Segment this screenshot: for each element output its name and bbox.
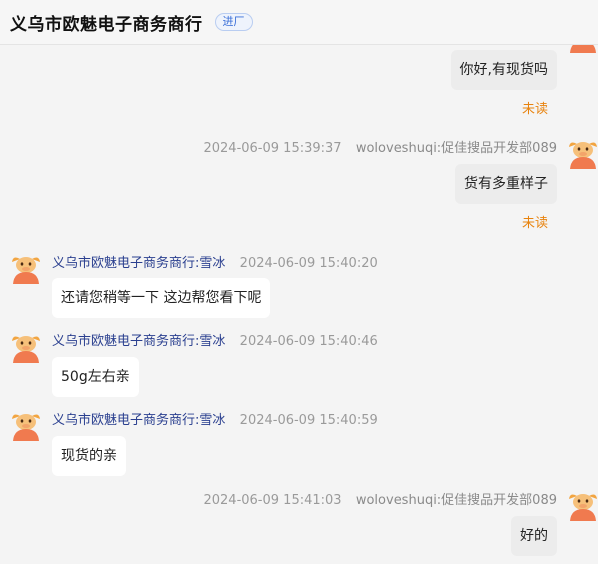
message-sender: woloveshuqi:促佳搜品开发部089 bbox=[355, 493, 557, 508]
chat-header: 义乌市欧魅电子商务商行 进厂 bbox=[0, 0, 598, 45]
avatar-icon bbox=[10, 252, 42, 284]
shop-name-title: 义乌市欧魅电子商务商行 bbox=[10, 14, 203, 35]
message-meta: 义乌市欧魅电子商务商行:雪冰 2024-06-09 15:40:46 bbox=[52, 330, 378, 349]
message-meta: 2024-06-09 15:41:03 woloveshuqi:促佳搜品开发部0… bbox=[203, 489, 557, 508]
avatar-icon bbox=[10, 331, 42, 363]
message-timestamp: 2024-06-09 15:40:46 bbox=[239, 334, 378, 349]
message-sender: 义乌市欧魅电子商务商行:雪冰 bbox=[52, 334, 226, 349]
message-timestamp: 2024-06-09 15:40:20 bbox=[239, 256, 378, 271]
message-bubble[interactable]: 现货的亲 bbox=[52, 436, 126, 476]
message-timestamp: 2024-06-09 15:39:37 bbox=[203, 141, 342, 156]
avatar-icon bbox=[567, 489, 598, 521]
message-meta: 义乌市欧魅电子商务商行:雪冰 2024-06-09 15:40:20 bbox=[52, 252, 378, 271]
avatar-icon bbox=[567, 45, 598, 53]
message-sender: 义乌市欧魅电子商务商行:雪冰 bbox=[52, 256, 226, 271]
message-bubble[interactable]: 货有多重样子 bbox=[455, 164, 557, 204]
message-bubble[interactable]: 还请您稍等一下 这边帮您看下呢 bbox=[52, 278, 271, 318]
message-timestamp: 2024-06-09 15:41:03 bbox=[203, 493, 342, 508]
unread-status: 未读 bbox=[521, 216, 548, 231]
message-bubble[interactable]: 你好,有现货吗 bbox=[450, 50, 557, 90]
message-sender: woloveshuqi:促佳搜品开发部089 bbox=[355, 141, 557, 156]
message-list[interactable]: 你好,有现货吗 未读 2024-06-09 15:39:37 woloveshu… bbox=[0, 45, 598, 564]
avatar-icon bbox=[567, 137, 598, 169]
message-bubble[interactable]: 50g左右亲 bbox=[52, 357, 139, 397]
message-timestamp: 2024-06-09 15:40:59 bbox=[239, 413, 378, 428]
message-meta: 义乌市欧魅电子商务商行:雪冰 2024-06-09 15:40:59 bbox=[52, 409, 378, 428]
message-sender: 义乌市欧魅电子商务商行:雪冰 bbox=[52, 413, 226, 428]
message-bubble[interactable]: 好的 bbox=[511, 516, 557, 556]
unread-status: 未读 bbox=[521, 102, 548, 117]
avatar-icon bbox=[10, 409, 42, 441]
enter-factory-badge[interactable]: 进厂 bbox=[214, 13, 253, 31]
message-meta: 2024-06-09 15:39:37 woloveshuqi:促佳搜品开发部0… bbox=[203, 137, 557, 156]
